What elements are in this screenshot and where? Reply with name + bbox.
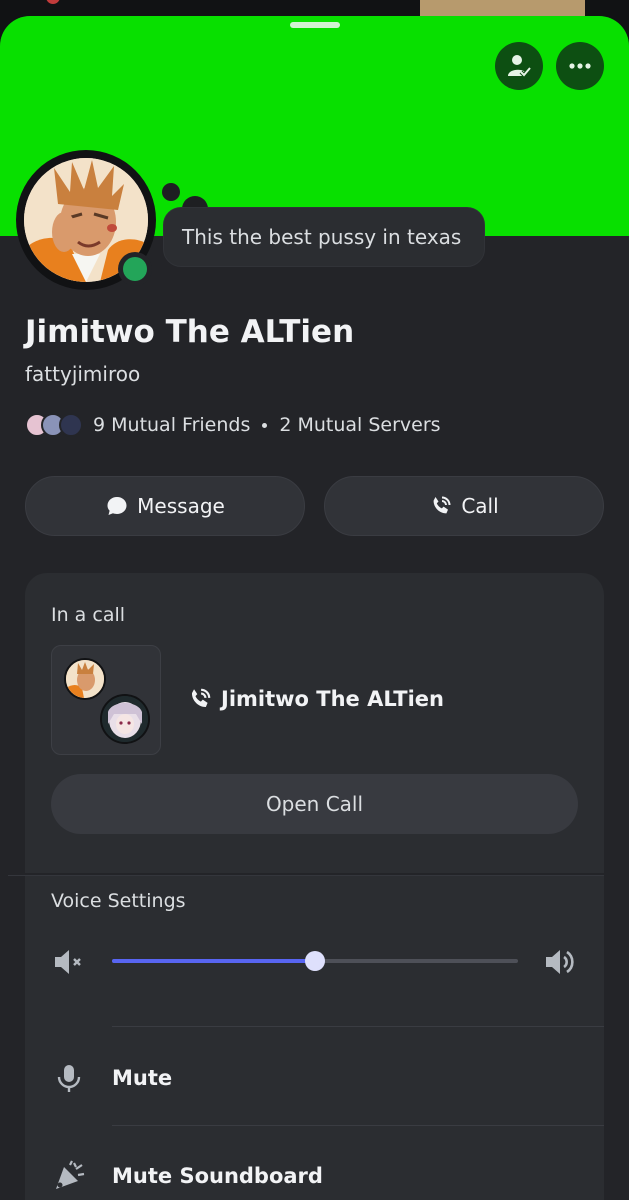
message-button[interactable]: Message [25, 476, 305, 536]
call-participants-tile[interactable] [51, 645, 161, 755]
call-button[interactable]: Call [324, 476, 604, 536]
call-participant-name: Jimitwo The ALTien [221, 687, 444, 711]
volume-slider-fill [112, 959, 315, 963]
participant-avatar [100, 694, 150, 744]
volume-mute-icon [51, 944, 87, 984]
custom-status-bubble[interactable]: This the best pussy in texas [163, 207, 485, 267]
row-divider [112, 1125, 604, 1126]
mute-row[interactable]: Mute [51, 1060, 172, 1096]
mutual-servers-count[interactable]: 2 Mutual Servers [279, 414, 440, 436]
microphone-icon [51, 1060, 87, 1096]
in-call-heading: In a call [51, 604, 126, 626]
phone-call-icon [433, 496, 451, 514]
volume-slider[interactable] [112, 951, 518, 971]
drag-handle[interactable] [290, 22, 340, 28]
volume-high-icon [542, 944, 578, 984]
more-options-button[interactable] [556, 42, 604, 90]
mutual-avatars [25, 411, 89, 439]
call-participant-row: Jimitwo The ALTien [187, 686, 444, 712]
phone-call-icon [191, 688, 211, 708]
separator-dot [262, 422, 268, 428]
volume-slider-thumb[interactable] [305, 951, 325, 971]
mute-soundboard-row[interactable]: Mute Soundboard [51, 1158, 323, 1194]
message-button-label: Message [137, 494, 225, 518]
participant-avatar [64, 658, 106, 700]
mutuals-row[interactable]: 9 Mutual Friends 2 Mutual Servers [25, 410, 441, 440]
person-check-icon [508, 55, 532, 78]
open-call-button[interactable]: Open Call [51, 774, 578, 834]
mute-label: Mute [112, 1066, 173, 1090]
call-button-label: Call [461, 494, 499, 518]
profile-avatar-frame[interactable] [16, 150, 156, 290]
display-name: Jimitwo The ALTien [25, 314, 355, 350]
more-horizontal-icon [569, 63, 591, 69]
status-indicator [118, 252, 152, 286]
soundboard-icon [51, 1158, 87, 1194]
chat-bubble-icon [107, 497, 127, 515]
online-dot [123, 257, 147, 281]
username: fattyjimiroo [25, 362, 141, 386]
friend-status-button[interactable] [495, 42, 543, 90]
mutual-friends-count[interactable]: 9 Mutual Friends [93, 414, 250, 436]
row-divider [112, 1026, 604, 1027]
voice-settings-card [25, 876, 604, 1200]
mutual-avatar [59, 413, 83, 437]
status-bubble-dot [162, 183, 180, 201]
mute-soundboard-label: Mute Soundboard [112, 1164, 323, 1188]
voice-settings-heading: Voice Settings [51, 890, 186, 912]
